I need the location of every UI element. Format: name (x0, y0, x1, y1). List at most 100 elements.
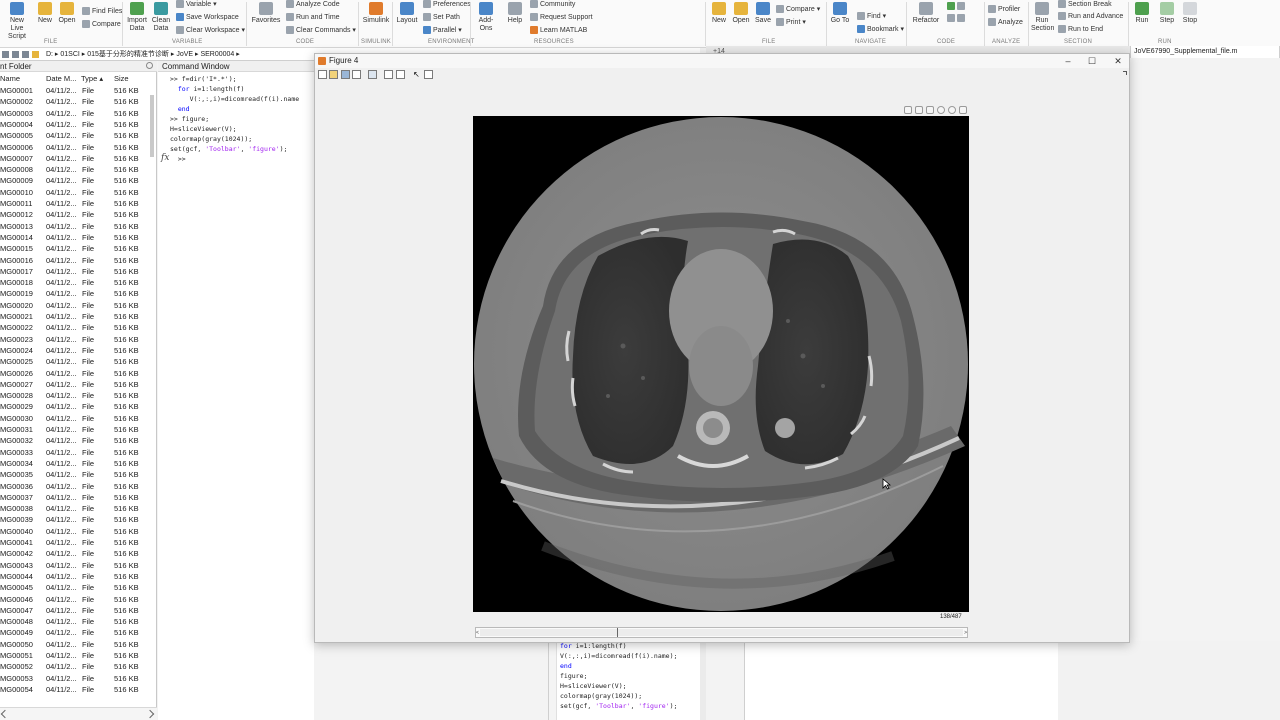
section-break-button[interactable]: Section Break (1058, 0, 1112, 9)
file-row[interactable]: MG00044 04/11/2... File 516 KB (0, 571, 157, 582)
file-row[interactable]: MG00042 04/11/2... File 516 KB (0, 548, 157, 559)
command-window[interactable]: Command Window >> f=dir('I*.*'); for i=1… (150, 61, 318, 720)
editor-print-button[interactable]: Print ▾ (776, 18, 806, 27)
file-row[interactable]: MG00006 04/11/2... File 516 KB (0, 142, 157, 153)
file-row[interactable]: MG00039 04/11/2... File 516 KB (0, 514, 157, 525)
layout-button[interactable]: Layout (395, 2, 419, 25)
set-path-button[interactable]: Set Path (423, 13, 460, 22)
editor-code-area[interactable]: for i=1:length(f) V(:,:,i)=dicomread(f(i… (548, 641, 706, 720)
file-row[interactable]: MG00028 04/11/2... File 516 KB (0, 390, 157, 401)
new-button[interactable]: New (35, 2, 55, 25)
file-row[interactable]: MG00027 04/11/2... File 516 KB (0, 379, 157, 390)
forward-icon[interactable] (12, 51, 19, 58)
variable-button[interactable]: Variable ▾ (176, 0, 217, 9)
file-row[interactable]: MG00021 04/11/2... File 516 KB (0, 311, 157, 322)
figure-window[interactable]: Figure 4 – ☐ ✕ ↖ 138/487 < > (314, 53, 1130, 643)
back-icon[interactable] (2, 51, 9, 58)
slider-thumb[interactable] (616, 628, 618, 637)
horizontal-scrollbar[interactable] (0, 707, 157, 720)
parallel-button[interactable]: Parallel ▾ (423, 26, 462, 35)
column-header-name[interactable]: Name (0, 73, 20, 84)
profiler-button[interactable]: Profiler (988, 5, 1020, 14)
editor-save-button[interactable]: Save (754, 2, 772, 25)
compare-button[interactable]: Compare (82, 20, 121, 29)
clean-data-button[interactable]: Clean Data (150, 2, 172, 33)
file-row[interactable]: MG00001 04/11/2... File 516 KB (0, 85, 157, 96)
file-row[interactable]: MG00041 04/11/2... File 516 KB (0, 537, 157, 548)
file-row[interactable]: MG00013 04/11/2... File 516 KB (0, 221, 157, 232)
file-row[interactable]: MG00047 04/11/2... File 516 KB (0, 605, 157, 616)
print-figure-icon[interactable] (352, 70, 361, 79)
open-button[interactable]: Open (57, 2, 77, 25)
file-row[interactable]: MG00003 04/11/2... File 516 KB (0, 108, 157, 119)
editor-tab-supplemental[interactable]: JoVE67990_Supplemental_file.m (1130, 46, 1280, 58)
file-row[interactable]: MG00020 04/11/2... File 516 KB (0, 300, 157, 311)
file-row[interactable]: MG00032 04/11/2... File 516 KB (0, 435, 157, 446)
file-row[interactable]: MG00031 04/11/2... File 516 KB (0, 424, 157, 435)
breadcrumb-item[interactable]: 01SCI (60, 51, 79, 58)
pan-icon[interactable] (926, 106, 934, 114)
column-header-size[interactable]: Size (114, 73, 129, 84)
import-data-button[interactable]: Import Data (126, 2, 148, 33)
editor-compare-button[interactable]: Compare ▾ (776, 5, 820, 14)
file-row[interactable]: MG00046 04/11/2... File 516 KB (0, 594, 157, 605)
refactor-button[interactable]: Refactor (910, 2, 942, 25)
home-icon[interactable] (959, 106, 967, 114)
file-row[interactable]: MG00002 04/11/2... File 516 KB (0, 96, 157, 107)
file-row[interactable]: MG00019 04/11/2... File 516 KB (0, 288, 157, 299)
clear-workspace-button[interactable]: Clear Workspace ▾ (176, 26, 245, 35)
link-plot-icon[interactable] (368, 70, 377, 79)
breadcrumb-item[interactable]: SER00004 (200, 51, 234, 58)
file-row[interactable]: MG00008 04/11/2... File 516 KB (0, 164, 157, 175)
bookmark-button[interactable]: Bookmark ▾ (857, 25, 904, 34)
open-file-icon[interactable] (329, 70, 338, 79)
insert-colorbar-icon[interactable] (384, 70, 393, 79)
run-button[interactable]: Run (1132, 2, 1152, 25)
file-row[interactable]: MG00022 04/11/2... File 516 KB (0, 322, 157, 333)
file-row[interactable]: MG00025 04/11/2... File 516 KB (0, 356, 157, 367)
file-row[interactable]: MG00035 04/11/2... File 516 KB (0, 469, 157, 480)
new-figure-icon[interactable] (318, 70, 327, 79)
file-row[interactable]: MG00011 04/11/2... File 516 KB (0, 198, 157, 209)
new-live-script-button[interactable]: New Live Script (2, 2, 32, 41)
community-button[interactable]: Community (530, 0, 575, 9)
request-support-button[interactable]: Request Support (530, 13, 593, 22)
file-row[interactable]: MG00053 04/11/2... File 516 KB (0, 673, 157, 684)
editor-new-button[interactable]: New (710, 2, 728, 25)
file-row[interactable]: MG00018 04/11/2... File 516 KB (0, 277, 157, 288)
slice-slider[interactable]: < > (475, 627, 968, 638)
panel-options-icon[interactable] (146, 62, 153, 69)
edit-plot-icon[interactable]: ↖ (413, 70, 422, 79)
save-figure-icon[interactable] (341, 70, 350, 79)
slider-left-arrow-icon[interactable]: < (476, 630, 479, 636)
slider-track[interactable] (480, 629, 963, 636)
minimize-icon[interactable]: – (1061, 55, 1075, 67)
help-button[interactable]: Help (505, 2, 525, 25)
file-row[interactable]: MG00038 04/11/2... File 516 KB (0, 503, 157, 514)
file-row[interactable]: MG00033 04/11/2... File 516 KB (0, 447, 157, 458)
file-row[interactable]: MG00052 04/11/2... File 516 KB (0, 661, 157, 672)
simulink-button[interactable]: Simulink (362, 2, 390, 25)
file-row[interactable]: MG00026 04/11/2... File 516 KB (0, 368, 157, 379)
maximize-icon[interactable]: ☐ (1085, 55, 1099, 67)
insert-legend-icon[interactable] (396, 70, 405, 79)
figure-titlebar[interactable]: Figure 4 – ☐ ✕ (315, 54, 1129, 68)
scroll-right-icon[interactable] (145, 709, 155, 719)
run-section-button[interactable]: Run Section (1031, 2, 1054, 33)
file-row[interactable]: MG00029 04/11/2... File 516 KB (0, 401, 157, 412)
file-row[interactable]: MG00017 04/11/2... File 516 KB (0, 266, 157, 277)
file-row[interactable]: MG00007 04/11/2... File 516 KB (0, 153, 157, 164)
learn-matlab-button[interactable]: Learn MATLAB (530, 26, 587, 35)
step-button[interactable]: Step (1157, 2, 1177, 25)
column-header-date[interactable]: Date M... (46, 73, 76, 84)
file-row[interactable]: MG00004 04/11/2... File 516 KB (0, 119, 157, 130)
find-button[interactable]: Find ▾ (857, 12, 886, 21)
code-tools-button[interactable] (947, 14, 967, 23)
file-row[interactable]: MG00043 04/11/2... File 516 KB (0, 560, 157, 571)
breadcrumb-item[interactable]: D: (46, 51, 53, 58)
file-row[interactable]: MG00012 04/11/2... File 516 KB (0, 209, 157, 220)
zoom-out-icon[interactable] (948, 106, 956, 114)
browse-folder-icon[interactable] (32, 51, 39, 58)
file-row[interactable]: MG00014 04/11/2... File 516 KB (0, 232, 157, 243)
file-row[interactable]: MG00005 04/11/2... File 516 KB (0, 130, 157, 141)
